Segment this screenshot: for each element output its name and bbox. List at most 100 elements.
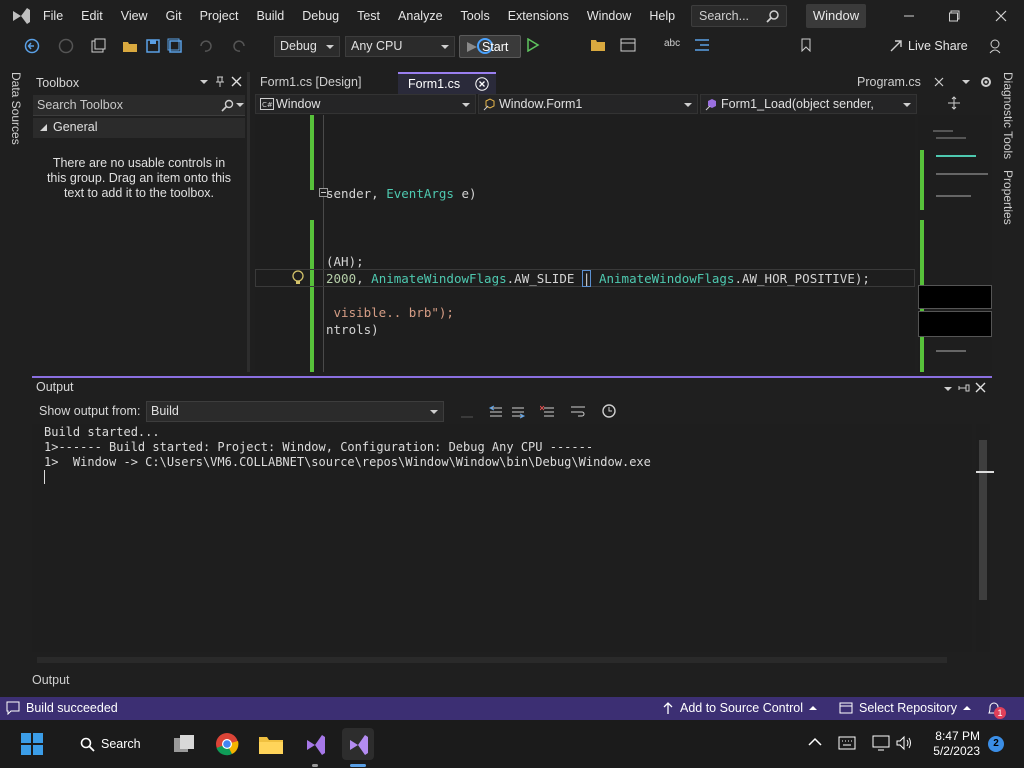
lightbulb-icon[interactable]: [291, 270, 305, 286]
close-tab-icon[interactable]: [475, 77, 489, 91]
spell-check-icon[interactable]: abc: [664, 38, 680, 49]
layout-icon[interactable]: [620, 38, 636, 52]
open-file-icon[interactable]: [122, 38, 138, 54]
tab-program-cs[interactable]: Program.cs: [847, 72, 952, 94]
diagnostic-tools-tab[interactable]: Diagnostic Tools: [1001, 72, 1015, 159]
dropdown-caret-icon[interactable]: [943, 384, 953, 394]
menu-window[interactable]: Window: [578, 0, 640, 32]
indent-icon[interactable]: [694, 38, 710, 52]
visual-studio-logo-icon[interactable]: [10, 6, 32, 26]
visual-studio-taskbar-icon[interactable]: [299, 728, 331, 760]
chrome-icon[interactable]: [211, 728, 243, 760]
navigate-back-icon[interactable]: [24, 38, 40, 54]
file-explorer-icon[interactable]: [255, 728, 287, 760]
toolbox-splitter[interactable]: [247, 72, 250, 372]
menu-debug[interactable]: Debug: [293, 0, 348, 32]
vertical-scrollbar[interactable]: [976, 424, 994, 652]
close-window-button[interactable]: [978, 0, 1024, 32]
data-sources-label: Data Sources: [9, 72, 23, 145]
task-view-icon[interactable]: [168, 728, 200, 760]
live-share-button[interactable]: Live Share: [889, 39, 968, 53]
close-tab-icon[interactable]: [934, 77, 944, 87]
global-search-box[interactable]: Search...: [691, 5, 787, 27]
project-dropdown[interactable]: C# Window: [255, 94, 476, 114]
feedback-icon[interactable]: [987, 38, 1003, 54]
solution-configuration-dropdown[interactable]: Debug: [274, 36, 340, 57]
tab-output[interactable]: Output: [32, 673, 70, 687]
menu-build[interactable]: Build: [247, 0, 293, 32]
menu-tools[interactable]: Tools: [452, 0, 499, 32]
save-all-icon[interactable]: [167, 38, 183, 54]
menu-edit[interactable]: Edit: [72, 0, 112, 32]
clock-icon[interactable]: [601, 403, 617, 419]
dropdown-caret-icon[interactable]: [199, 77, 209, 87]
start-button[interactable]: Start: [459, 35, 521, 58]
folder-icon[interactable]: [590, 38, 606, 52]
menu-analyze[interactable]: Analyze: [389, 0, 451, 32]
clear-all-icon[interactable]: [540, 404, 556, 420]
add-to-source-control-button[interactable]: Add to Source Control: [662, 701, 817, 715]
menu-git[interactable]: Git: [157, 0, 191, 32]
solution-platform-dropdown[interactable]: Any CPU: [345, 36, 455, 57]
split-editor-icon[interactable]: [947, 96, 961, 110]
pin-icon[interactable]: [958, 382, 970, 394]
save-icon[interactable]: [145, 38, 161, 54]
menu-help[interactable]: Help: [640, 0, 684, 32]
scrollbar-thumb[interactable]: [979, 440, 987, 600]
member-dropdown[interactable]: Form1_Load(object sender, EventA: [700, 94, 917, 130]
menu-extensions[interactable]: Extensions: [499, 0, 578, 32]
navigate-forward-icon[interactable]: [58, 38, 74, 54]
live-share-label: Live Share: [908, 39, 968, 53]
system-clock[interactable]: 8:47 PM 5/2/2023: [922, 729, 980, 759]
menu-project[interactable]: Project: [191, 0, 248, 32]
output-text-area[interactable]: Build started... 1>------ Build started:…: [32, 424, 994, 652]
keyboard-icon[interactable]: [838, 736, 856, 750]
bookmark-icon[interactable]: [800, 38, 812, 52]
display-icon[interactable]: [872, 735, 890, 751]
tab-form1-design[interactable]: Form1.cs [Design]: [250, 72, 395, 94]
class-dropdown[interactable]: Window.Form1: [478, 94, 698, 114]
close-icon[interactable]: [975, 382, 986, 393]
gear-icon[interactable]: [979, 75, 993, 89]
close-icon[interactable]: [231, 76, 242, 87]
select-repository-button[interactable]: Select Repository: [839, 701, 971, 715]
code-line: ntrols): [326, 322, 379, 337]
visual-studio-active-taskbar-icon[interactable]: [342, 728, 374, 760]
properties-tab[interactable]: Properties: [1001, 170, 1015, 225]
minimize-button[interactable]: [886, 0, 932, 32]
editor-minimap[interactable]: [918, 115, 992, 372]
output-source-dropdown[interactable]: Build: [146, 401, 444, 422]
chevron-up-icon[interactable]: [808, 737, 822, 747]
caret-up-icon: [809, 705, 817, 711]
toolbox-group-general[interactable]: General: [33, 118, 245, 138]
menu-test[interactable]: Test: [348, 0, 389, 32]
data-sources-tab[interactable]: Data Sources: [0, 66, 32, 176]
tab-list-dropdown-icon[interactable]: [962, 80, 970, 86]
menu-file[interactable]: File: [34, 0, 72, 32]
output-source-value: Build: [151, 404, 179, 418]
pin-icon[interactable]: [215, 76, 225, 88]
new-project-icon[interactable]: [90, 38, 106, 54]
repository-icon: [839, 701, 853, 715]
taskbar-search-button[interactable]: Search: [58, 729, 158, 759]
start-without-debugging-icon[interactable]: [526, 38, 540, 52]
previous-message-icon[interactable]: [488, 404, 504, 420]
horizontal-scrollbar[interactable]: [32, 654, 972, 666]
maximize-button[interactable]: [932, 0, 978, 32]
build-status[interactable]: Build succeeded: [6, 701, 118, 715]
redo-icon[interactable]: [232, 38, 248, 54]
next-message-icon[interactable]: [510, 404, 526, 420]
volume-icon[interactable]: [895, 735, 913, 751]
word-wrap-icon[interactable]: [570, 404, 586, 420]
code-editor[interactable]: sender, EventArgs e) (AH); 2000, Animate…: [255, 115, 915, 372]
solution-name-badge[interactable]: Window: [806, 4, 866, 28]
tab-form1-cs[interactable]: Form1.cs: [398, 72, 496, 94]
windows-start-icon[interactable]: [16, 728, 48, 760]
menu-view[interactable]: View: [112, 0, 157, 32]
notification-center-badge[interactable]: 2: [988, 736, 1004, 752]
toolbox-search-input[interactable]: Search Toolbox: [33, 95, 245, 116]
output-line: Build started...: [44, 425, 160, 439]
chevron-down-icon[interactable]: [236, 103, 244, 109]
undo-icon[interactable]: [197, 38, 213, 54]
find-message-icon[interactable]: [460, 405, 474, 419]
